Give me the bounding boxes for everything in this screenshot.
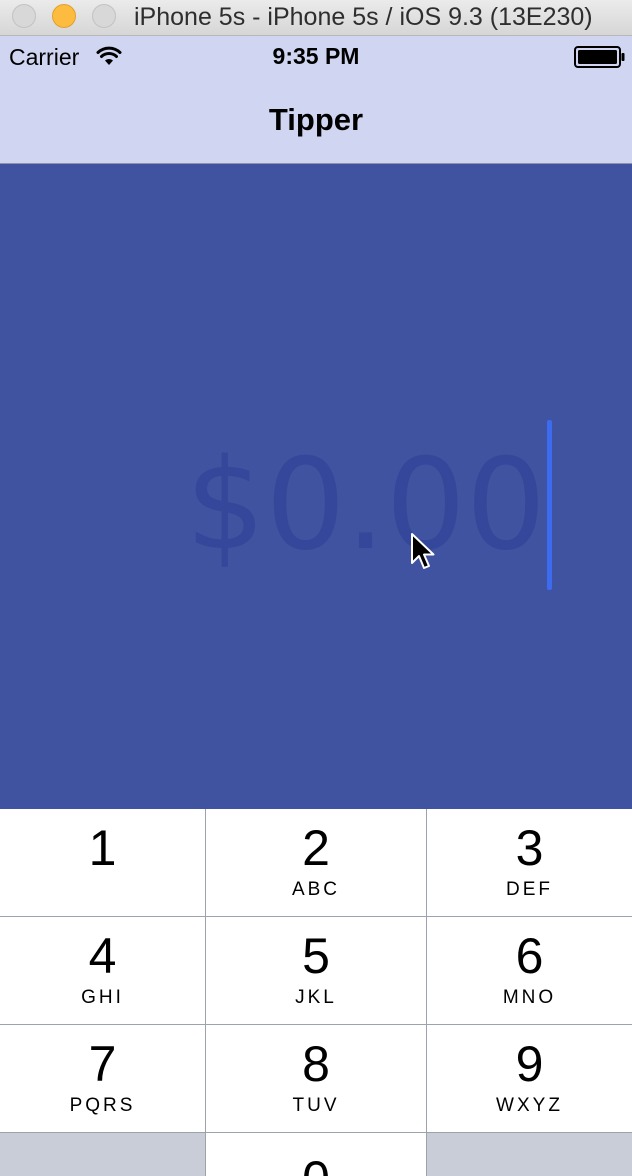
keypad-key-6[interactable]: 6 MNO bbox=[427, 917, 632, 1024]
bill-field[interactable] bbox=[60, 420, 548, 590]
status-time: 9:35 PM bbox=[272, 43, 360, 69]
key-digit: 8 bbox=[302, 1036, 330, 1092]
key-digit: 6 bbox=[515, 928, 544, 984]
navigation-bar: Carrier 9:35 PM Tipper bbox=[0, 36, 632, 164]
keypad-key-7[interactable]: 7 PQRS bbox=[0, 1025, 205, 1132]
key-letters: GHI bbox=[81, 987, 124, 1008]
key-digit: 1 bbox=[88, 820, 117, 876]
key-letters: DEF bbox=[506, 879, 553, 900]
window-zoom-button[interactable] bbox=[92, 4, 116, 28]
key-digit: 3 bbox=[515, 820, 544, 876]
keypad-key-5[interactable]: 5 JKL bbox=[206, 917, 426, 1024]
keypad-key-2[interactable]: 2 ABC bbox=[206, 809, 426, 916]
window-minimize-button[interactable] bbox=[52, 4, 76, 28]
key-digit: 0 bbox=[206, 1151, 426, 1176]
window-close-button[interactable] bbox=[12, 4, 36, 28]
bill-amount-input[interactable] bbox=[60, 420, 546, 590]
keypad-key-1[interactable]: 1 bbox=[0, 809, 205, 916]
key-letters: JKL bbox=[295, 987, 337, 1008]
key-letters: WXYZ bbox=[496, 1095, 563, 1116]
number-keypad: 1 2 ABC 3 DEF 4 GHI 5 JKL 6 MNO 7 PQRS 8… bbox=[0, 809, 632, 1176]
keypad-key-9[interactable]: 9 WXYZ bbox=[427, 1025, 632, 1132]
page-title: Tipper bbox=[268, 102, 364, 137]
mouse-pointer-icon bbox=[411, 533, 435, 569]
keypad-delete-key[interactable] bbox=[427, 1133, 632, 1176]
keypad-key-3[interactable]: 3 DEF bbox=[427, 809, 632, 916]
keypad-blank-key bbox=[0, 1133, 205, 1176]
key-digit: 4 bbox=[88, 928, 117, 984]
key-letters: ABC bbox=[291, 879, 341, 900]
key-letters: TUV bbox=[292, 1095, 340, 1116]
window-titlebar: iPhone 5s - iPhone 5s / iOS 9.3 (13E230) bbox=[0, 0, 632, 36]
key-letters: MNO bbox=[502, 987, 557, 1008]
key-letters: PQRS bbox=[69, 1095, 136, 1116]
key-digit: 9 bbox=[515, 1036, 544, 1092]
text-caret bbox=[547, 420, 552, 590]
battery-icon bbox=[574, 46, 625, 68]
window-title: iPhone 5s - iPhone 5s / iOS 9.3 (13E230) bbox=[134, 3, 593, 31]
key-digit: 5 bbox=[302, 928, 330, 984]
keypad-key-8[interactable]: 8 TUV bbox=[206, 1025, 426, 1132]
main-content bbox=[0, 164, 632, 809]
keypad-key-4[interactable]: 4 GHI bbox=[0, 917, 205, 1024]
key-digit: 7 bbox=[88, 1036, 117, 1092]
keypad-key-0[interactable]: 0 bbox=[206, 1133, 426, 1176]
key-digit: 2 bbox=[302, 820, 330, 876]
